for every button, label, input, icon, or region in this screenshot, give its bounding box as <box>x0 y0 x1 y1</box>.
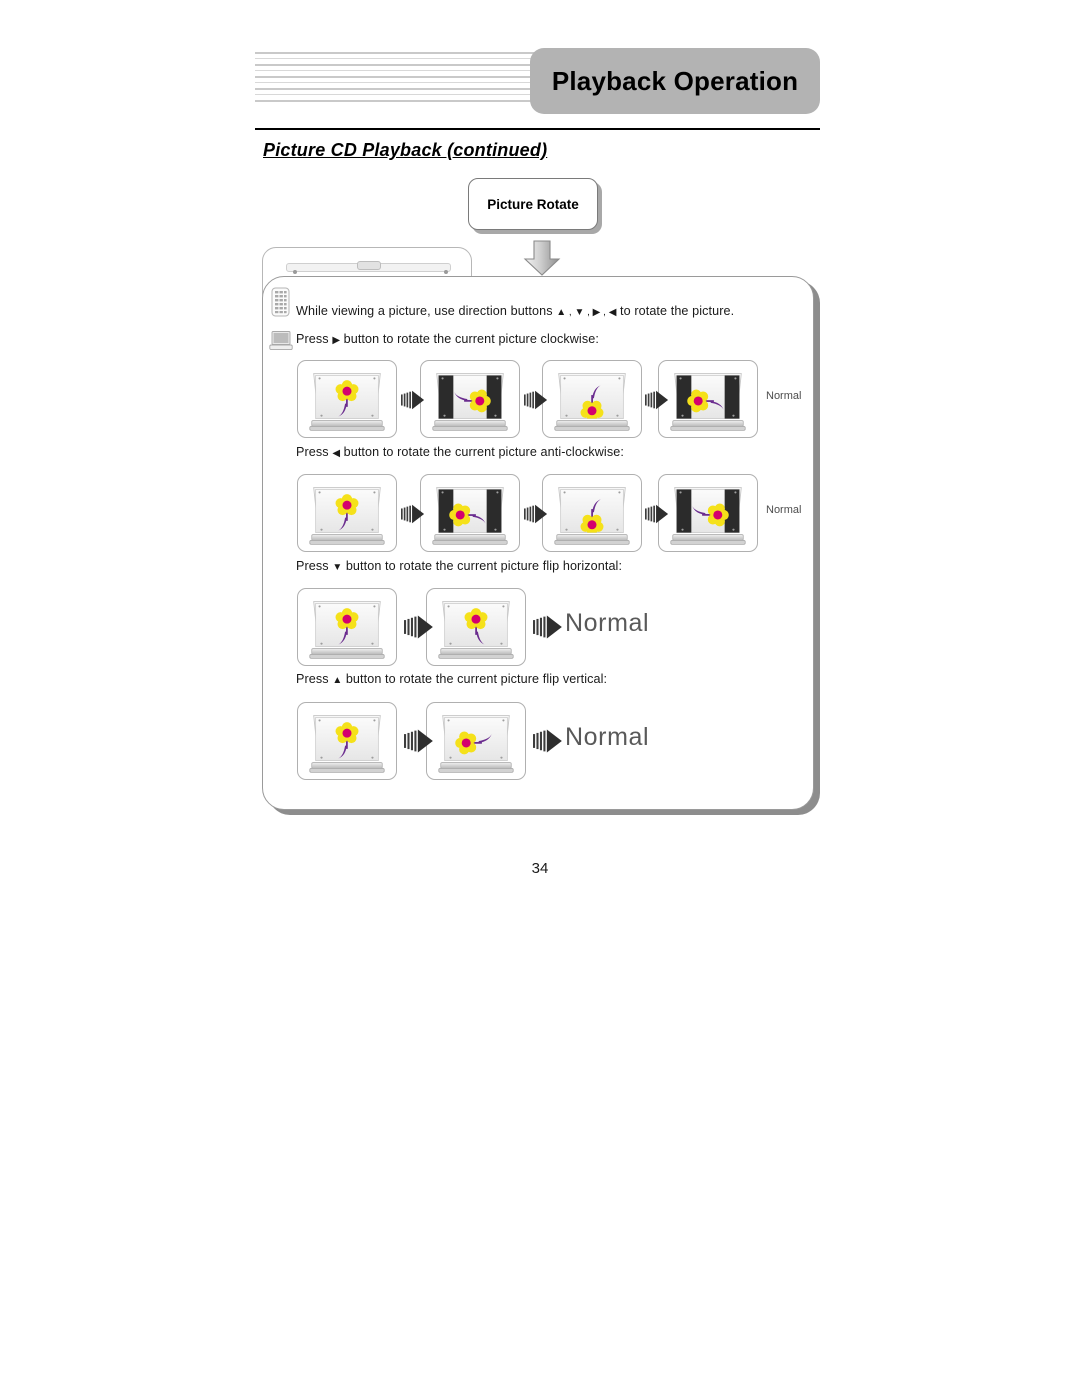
tv-monitor-illustration <box>543 361 641 437</box>
motion-arrow-icon <box>401 502 425 531</box>
instruction-text: Press <box>296 559 329 573</box>
remote-control-icon <box>271 287 290 317</box>
page-number: 34 <box>531 860 549 877</box>
picture-rotate-callout: Picture Rotate <box>468 178 598 230</box>
motion-arrow-icon <box>524 388 548 417</box>
tv-monitor-illustration <box>421 475 519 551</box>
tv-monitor-illustration <box>659 475 757 551</box>
picture-frame-thumbnail <box>420 360 520 438</box>
sequence-end-label: Normal <box>565 723 650 751</box>
sequence-end-label: Normal <box>766 390 802 402</box>
tv-monitor-illustration <box>421 361 519 437</box>
instruction-text: to rotate the picture. <box>620 304 735 318</box>
section-subtitle: Picture CD Playback (continued) <box>263 140 548 160</box>
page-title: Playback Operation <box>551 65 799 96</box>
instruction-text: button to rotate the current picture clo… <box>343 332 599 346</box>
motion-arrow-icon <box>645 388 669 417</box>
sequence-end-label: Normal <box>766 504 802 516</box>
motion-arrow-icon <box>533 612 563 647</box>
tv-monitor-illustration <box>427 703 525 779</box>
header-title-box: Playback Operation <box>530 48 820 114</box>
motion-arrow-icon <box>645 502 669 531</box>
instruction-text: button to rotate the current picture fli… <box>345 672 608 686</box>
instruction-text: Press <box>296 672 329 686</box>
instruction-text: While viewing a picture, use direction b… <box>296 304 553 318</box>
background-device-latch <box>357 261 381 270</box>
direction-button-glyphs: ▲ , ▼ , ▶ , ◀ <box>556 307 617 318</box>
tv-monitor-illustration <box>298 475 396 551</box>
picture-frame-thumbnail <box>658 360 758 438</box>
tv-monitor-illustration <box>298 589 396 665</box>
picture-frame-thumbnail <box>426 588 526 666</box>
motion-arrow-icon <box>533 726 563 761</box>
instruction-text: Press <box>296 445 329 459</box>
direction-button-glyphs: ▶ <box>332 335 341 346</box>
instruction-flip-horizontal: Press ▼ button to rotate the current pic… <box>296 559 622 573</box>
down-arrow-icon <box>523 240 561 276</box>
background-device-dot <box>444 270 448 274</box>
motion-arrow-icon <box>404 612 434 647</box>
background-device-dot <box>293 270 297 274</box>
picture-frame-thumbnail <box>420 474 520 552</box>
direction-button-glyphs: ▲ <box>332 675 343 686</box>
tv-monitor-illustration <box>543 475 641 551</box>
tv-monitor-icon <box>269 331 293 351</box>
picture-frame-thumbnail <box>542 474 642 552</box>
direction-button-glyphs: ◀ <box>332 448 341 459</box>
sequence-end-label: Normal <box>565 609 650 637</box>
instruction-text: button to rotate the current picture fli… <box>345 559 623 573</box>
page-header: Playback Operation <box>255 48 820 120</box>
instruction-text: button to rotate the current picture ant… <box>343 445 624 459</box>
tv-monitor-illustration <box>298 703 396 779</box>
manual-page: Playback Operation Picture CD Playback (… <box>0 0 1080 1397</box>
picture-frame-thumbnail <box>658 474 758 552</box>
direction-button-glyphs: ▼ <box>332 562 343 573</box>
instruction-clockwise: Press ▶ button to rotate the current pic… <box>296 332 599 346</box>
picture-frame-thumbnail <box>297 588 397 666</box>
picture-rotate-label: Picture Rotate <box>487 196 579 212</box>
picture-frame-thumbnail <box>542 360 642 438</box>
picture-frame-thumbnail <box>297 474 397 552</box>
instruction-flip-vertical: Press ▲ button to rotate the current pic… <box>296 672 607 686</box>
instruction-text: Press <box>296 332 329 346</box>
instruction-intro: While viewing a picture, use direction b… <box>296 304 734 318</box>
tv-monitor-illustration <box>298 361 396 437</box>
tv-monitor-illustration <box>659 361 757 437</box>
motion-arrow-icon <box>404 726 434 761</box>
picture-frame-thumbnail <box>297 702 397 780</box>
instruction-anti-clockwise: Press ◀ button to rotate the current pic… <box>296 445 624 459</box>
picture-frame-thumbnail <box>426 702 526 780</box>
tv-monitor-illustration <box>427 589 525 665</box>
header-divider <box>255 128 820 130</box>
picture-frame-thumbnail <box>297 360 397 438</box>
motion-arrow-icon <box>524 502 548 531</box>
motion-arrow-icon <box>401 388 425 417</box>
